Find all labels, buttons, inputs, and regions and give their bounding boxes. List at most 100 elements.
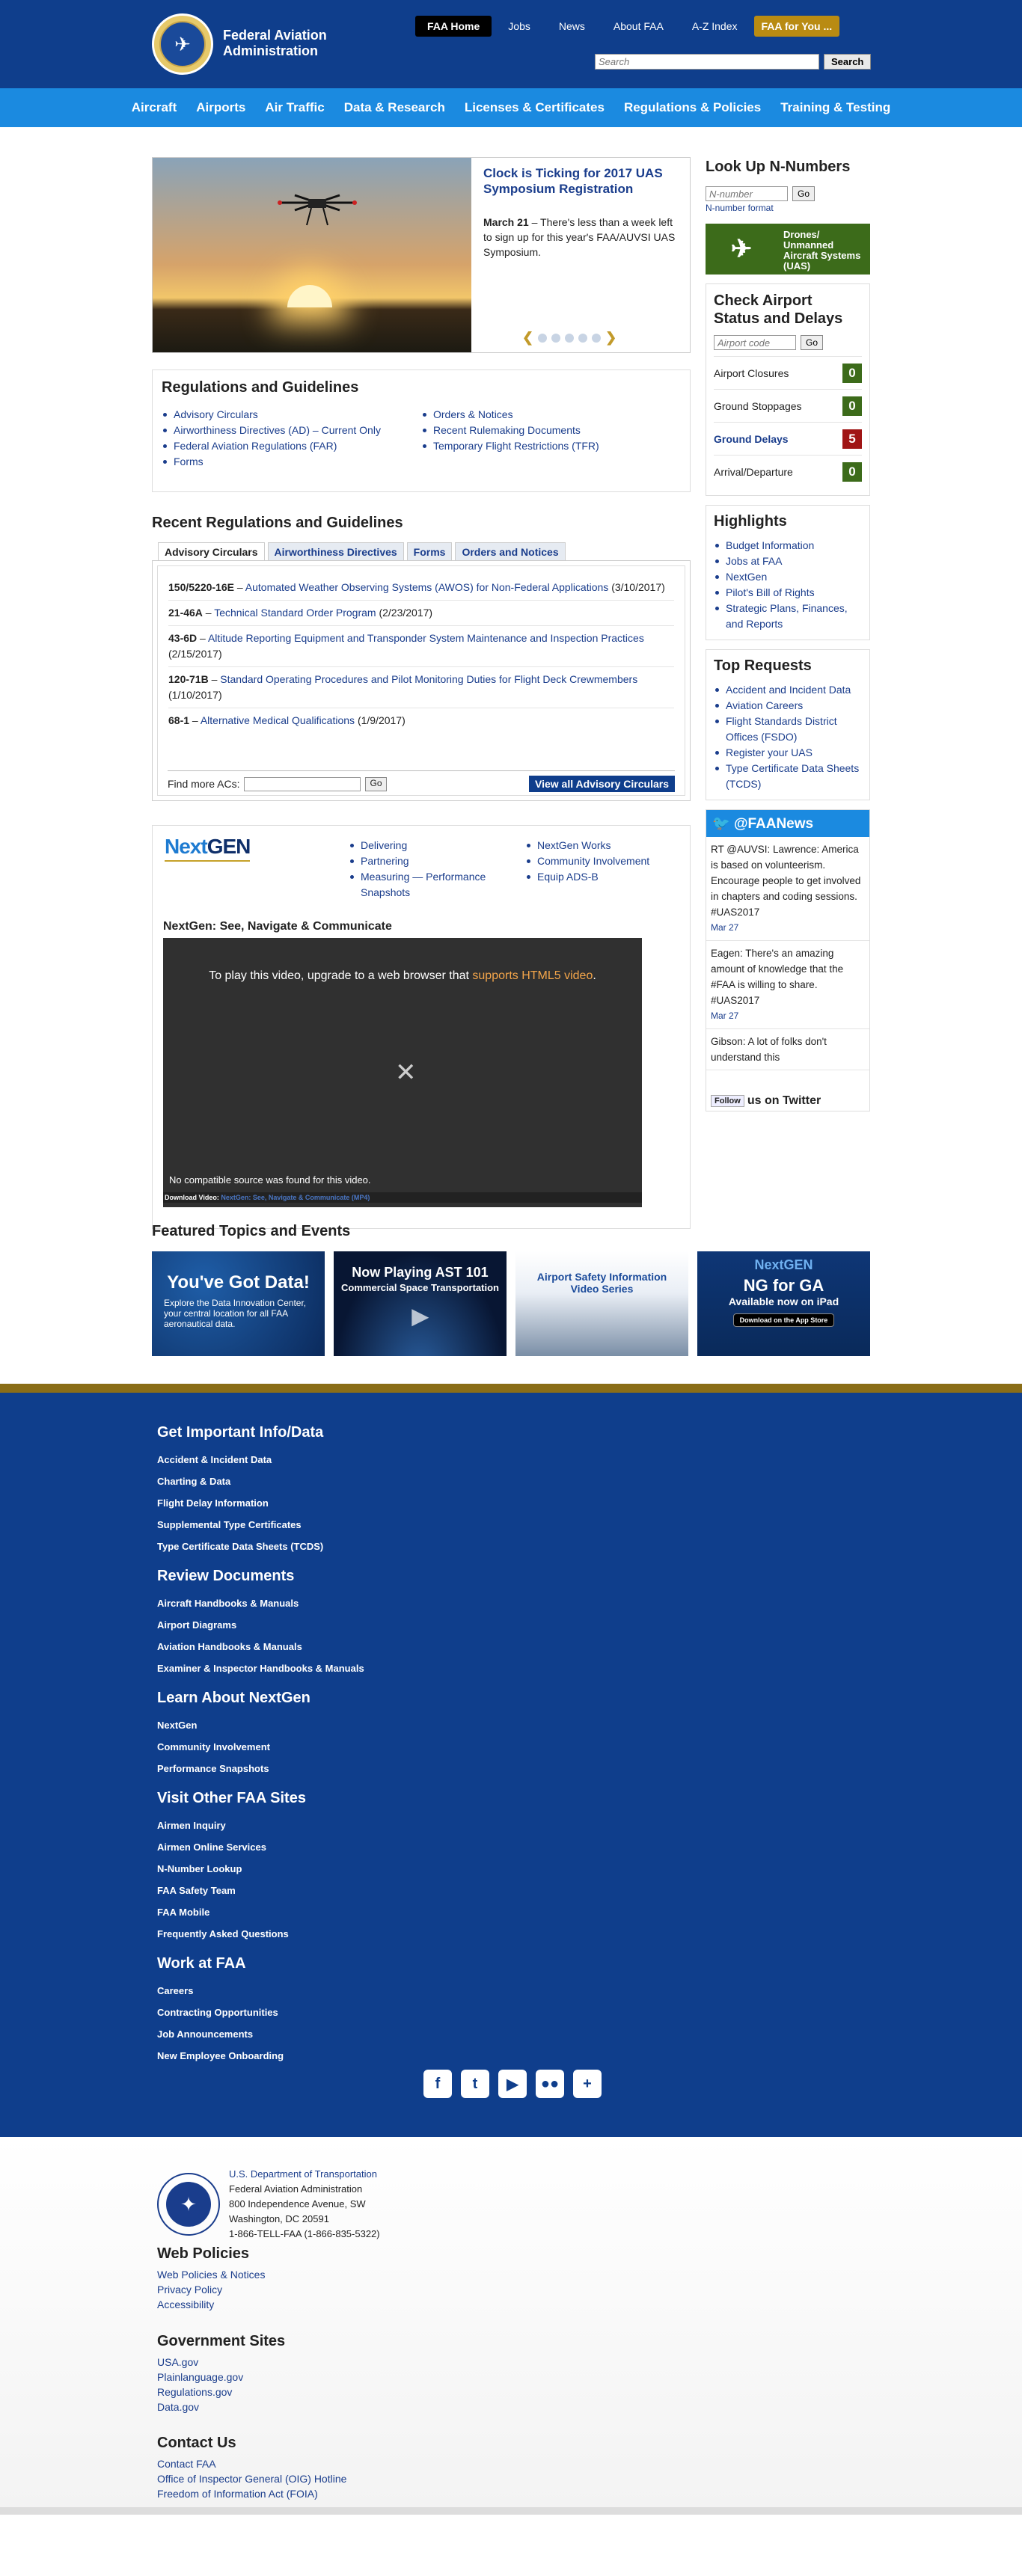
- topnav-az-index[interactable]: A-Z Index: [680, 16, 750, 37]
- nextgen-link[interactable]: Community Involvement: [537, 855, 649, 867]
- regs-link[interactable]: Orders & Notices: [433, 408, 513, 420]
- nextgen-link[interactable]: Partnering: [361, 855, 409, 867]
- contact-link[interactable]: Freedom of Information Act (FOIA): [157, 2488, 318, 2500]
- topnav-faa-for-you[interactable]: FAA for You ...: [753, 16, 840, 37]
- topnav-about[interactable]: About FAA: [602, 16, 676, 37]
- gov-link[interactable]: USA.gov: [157, 2356, 198, 2368]
- ac-link[interactable]: Standard Operating Procedures and Pilot …: [220, 673, 637, 685]
- feature-ast101[interactable]: Now Playing AST 101 Commercial Space Tra…: [334, 1251, 507, 1356]
- next-arrow-icon[interactable]: ❯: [605, 330, 616, 346]
- footer-link[interactable]: Job Announcements: [157, 2028, 253, 2040]
- nnumber-format-link[interactable]: N-number format: [706, 203, 870, 213]
- contact-link[interactable]: Office of Inspector General (OIG) Hotlin…: [157, 2473, 346, 2485]
- footer-link[interactable]: FAA Safety Team: [157, 1885, 236, 1896]
- plus-icon[interactable]: +: [573, 2070, 602, 2098]
- prev-arrow-icon[interactable]: ❮: [522, 330, 533, 346]
- policy-link[interactable]: Web Policies & Notices: [157, 2269, 265, 2281]
- tab-airworthiness-directives[interactable]: Airworthiness Directives: [267, 542, 404, 560]
- gov-link[interactable]: Regulations.gov: [157, 2386, 232, 2398]
- footer-link[interactable]: Type Certificate Data Sheets (TCDS): [157, 1541, 323, 1552]
- footer-link[interactable]: Aircraft Handbooks & Manuals: [157, 1598, 299, 1609]
- html5-link[interactable]: supports HTML5 video: [472, 969, 593, 982]
- footer-link[interactable]: Airmen Inquiry: [157, 1820, 226, 1831]
- feature-airport-safety[interactable]: Airport Safety Information Video Series: [515, 1251, 688, 1356]
- footer-link[interactable]: Aviation Handbooks & Manuals: [157, 1641, 302, 1652]
- nav-data-research[interactable]: Data & Research: [344, 100, 445, 114]
- regs-link[interactable]: Recent Rulemaking Documents: [433, 424, 581, 436]
- highlight-link[interactable]: Jobs at FAA: [726, 555, 782, 567]
- slide-dot[interactable]: [578, 333, 588, 343]
- footer-link[interactable]: Accident & Incident Data: [157, 1454, 272, 1465]
- tweet-date[interactable]: Mar 27: [711, 1011, 738, 1021]
- top-request-link[interactable]: Register your UAS: [726, 746, 813, 758]
- footer-link[interactable]: FAA Mobile: [157, 1907, 209, 1918]
- slide-title[interactable]: Clock is Ticking for 2017 UAS Symposium …: [483, 165, 678, 197]
- topnav-jobs[interactable]: Jobs: [496, 16, 542, 37]
- nnumber-input[interactable]: [706, 186, 788, 201]
- dot-link[interactable]: U.S. Department of Transportation: [229, 2168, 377, 2180]
- highlight-link[interactable]: Budget Information: [726, 539, 814, 551]
- nextgen-link[interactable]: Equip ADS-B: [537, 871, 599, 883]
- tweet-date[interactable]: Mar 27: [711, 922, 738, 933]
- facebook-icon[interactable]: f: [423, 2070, 452, 2098]
- tab-orders-notices[interactable]: Orders and Notices: [455, 542, 566, 560]
- gov-link[interactable]: Plainlanguage.gov: [157, 2371, 243, 2383]
- stat-label-link[interactable]: Ground Delays: [714, 433, 789, 445]
- nav-training[interactable]: Training & Testing: [780, 100, 890, 114]
- app-store-badge[interactable]: Download on the App Store: [732, 1313, 835, 1327]
- tweet-list[interactable]: RT @AUVSI: Lawrence: America is based on…: [706, 837, 869, 1091]
- footer-link[interactable]: N-Number Lookup: [157, 1863, 242, 1874]
- regs-link[interactable]: Temporary Flight Restrictions (TFR): [433, 440, 599, 452]
- twitter-header[interactable]: 🐦 @FAANews: [706, 810, 869, 837]
- topnav-faa-home[interactable]: FAA Home: [415, 16, 492, 37]
- view-all-button[interactable]: View all Advisory Circulars: [529, 776, 675, 792]
- top-request-link[interactable]: Flight Standards District Offices (FSDO): [726, 715, 837, 743]
- slide-dot[interactable]: [551, 333, 561, 343]
- footer-link[interactable]: Careers: [157, 1985, 193, 1996]
- footer-link[interactable]: Examiner & Inspector Handbooks & Manuals: [157, 1663, 364, 1674]
- footer-link[interactable]: Frequently Asked Questions: [157, 1928, 289, 1939]
- highlight-link[interactable]: Strategic Plans, Finances, and Reports: [726, 602, 848, 630]
- regs-link[interactable]: Federal Aviation Regulations (FAR): [174, 440, 337, 452]
- dot-seal-logo[interactable]: ✦: [157, 2173, 220, 2236]
- nav-airports[interactable]: Airports: [196, 100, 245, 114]
- ac-link[interactable]: Automated Weather Observing Systems (AWO…: [245, 581, 609, 593]
- nav-regulations[interactable]: Regulations & Policies: [624, 100, 761, 114]
- regs-link[interactable]: Forms: [174, 456, 204, 467]
- flickr-icon[interactable]: ●●: [536, 2070, 564, 2098]
- follow-button[interactable]: Follow: [711, 1095, 744, 1107]
- nnumber-go-button[interactable]: Go: [792, 186, 816, 201]
- nextgen-link[interactable]: Measuring — Performance Snapshots: [361, 871, 486, 898]
- ac-go-button[interactable]: Go: [365, 776, 387, 791]
- nextgen-logo[interactable]: NextGEN: [165, 835, 251, 862]
- nextgen-link[interactable]: Delivering: [361, 839, 407, 851]
- topnav-news[interactable]: News: [547, 16, 597, 37]
- footer-link[interactable]: NextGen: [157, 1720, 197, 1731]
- nextgen-link[interactable]: NextGen Works: [537, 839, 611, 851]
- twitter-icon[interactable]: t: [461, 2070, 489, 2098]
- ac-search-input[interactable]: [244, 776, 361, 791]
- footer-link[interactable]: Community Involvement: [157, 1741, 270, 1752]
- ac-link[interactable]: Technical Standard Order Program: [214, 607, 376, 619]
- search-button[interactable]: Search: [824, 54, 872, 70]
- ac-link[interactable]: Altitude Reporting Equipment and Transpo…: [208, 632, 644, 644]
- top-request-link[interactable]: Accident and Incident Data: [726, 684, 851, 696]
- contact-link[interactable]: Contact FAA: [157, 2458, 216, 2470]
- footer-link[interactable]: Airmen Online Services: [157, 1841, 266, 1853]
- footer-link[interactable]: Flight Delay Information: [157, 1497, 269, 1509]
- nav-air-traffic[interactable]: Air Traffic: [265, 100, 324, 114]
- regs-link[interactable]: Advisory Circulars: [174, 408, 258, 420]
- nav-licenses[interactable]: Licenses & Certificates: [465, 100, 605, 114]
- policy-link[interactable]: Accessibility: [157, 2299, 214, 2310]
- nav-aircraft[interactable]: Aircraft: [132, 100, 177, 114]
- youtube-icon[interactable]: ▶: [498, 2070, 527, 2098]
- footer-link[interactable]: Charting & Data: [157, 1476, 230, 1487]
- slide-dot[interactable]: [592, 333, 602, 343]
- slide-dot[interactable]: [565, 333, 575, 343]
- policy-link[interactable]: Privacy Policy: [157, 2284, 222, 2296]
- ac-link[interactable]: Alternative Medical Qualifications: [201, 714, 355, 726]
- tab-advisory-circulars[interactable]: Advisory Circulars: [158, 542, 265, 560]
- highlight-link[interactable]: Pilot's Bill of Rights: [726, 586, 815, 598]
- site-brand[interactable]: Federal Aviation Administration: [223, 28, 343, 59]
- feature-ng-for-ga[interactable]: NextGEN NG for GA Available now on iPad …: [697, 1251, 870, 1356]
